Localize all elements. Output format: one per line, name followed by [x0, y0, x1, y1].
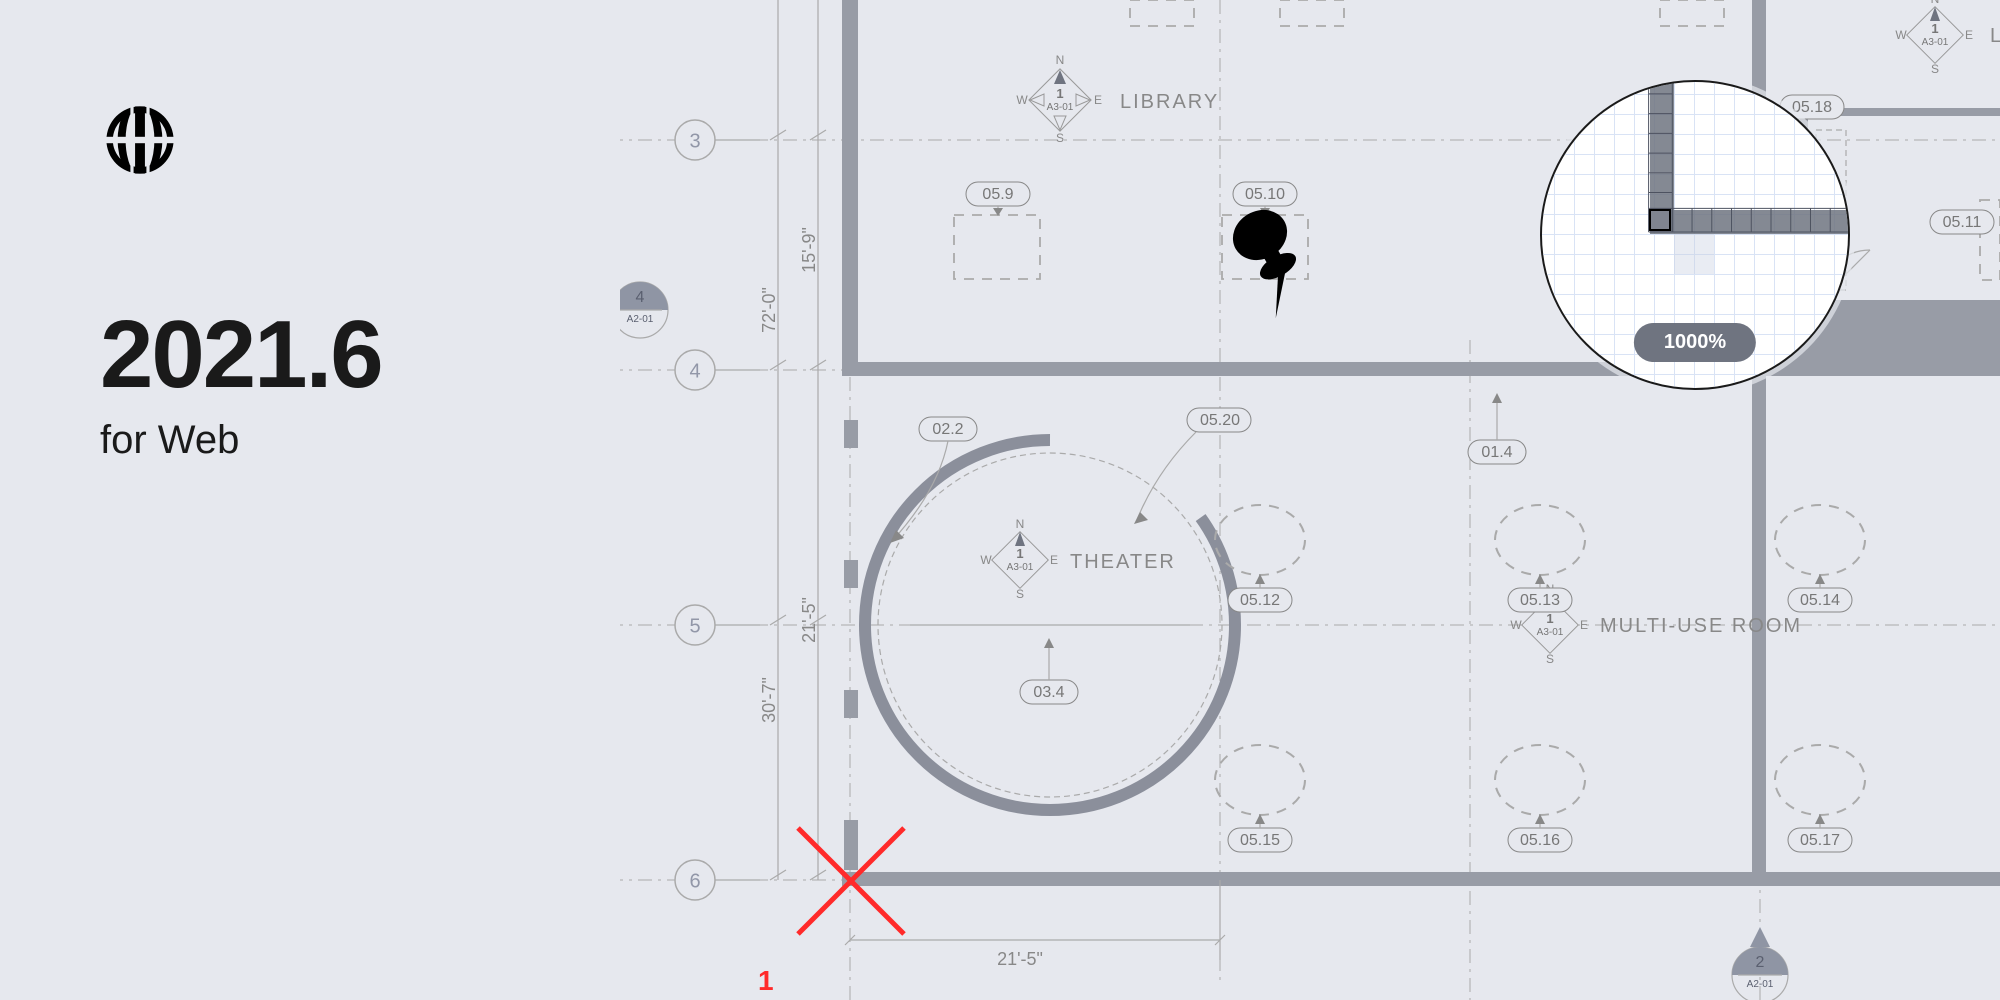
grid-row-6: 6	[675, 860, 760, 900]
room-label-library-top: LIBRARY	[1990, 25, 2000, 47]
svg-text:W: W	[980, 553, 992, 567]
svg-text:05.13: 05.13	[1520, 592, 1560, 609]
dim-15-9: 15'-9"	[799, 227, 819, 273]
svg-text:E: E	[1050, 553, 1058, 567]
grid-row-3: 3	[675, 120, 760, 160]
svg-text:1: 1	[758, 965, 774, 996]
svg-text:05.14: 05.14	[1800, 592, 1840, 609]
svg-text:01.4: 01.4	[1481, 444, 1512, 461]
svg-text:N: N	[1056, 53, 1065, 67]
magnifier-cursor	[1649, 209, 1671, 231]
marker-05-16: 05.16	[1508, 814, 1572, 852]
svg-text:A3-01: A3-01	[1007, 562, 1034, 573]
marker-05-9: 05.9	[966, 182, 1030, 216]
dim-21-5-h: 21'-5"	[997, 949, 1043, 969]
room-label-library-inner: LIBRARY	[1120, 91, 1219, 113]
marker-05-17: 05.17	[1788, 814, 1852, 852]
svg-text:E: E	[1094, 93, 1102, 107]
marker-05-13: 05.13	[1508, 574, 1572, 612]
svg-text:05.16: 05.16	[1520, 832, 1560, 849]
compass-library-top: N S W E 1 A3-01	[1895, 0, 1973, 76]
svg-text:E: E	[1965, 28, 1973, 42]
svg-text:1: 1	[1056, 86, 1063, 101]
svg-text:A3-01: A3-01	[1922, 37, 1949, 48]
dim-72-0: 72'-0"	[759, 287, 779, 333]
svg-text:A3-01: A3-01	[1047, 102, 1074, 113]
svg-text:05.20: 05.20	[1200, 412, 1240, 429]
marker-03-4: 03.4	[1020, 638, 1078, 704]
svg-text:5: 5	[689, 615, 700, 637]
dim-21-5-v: 21'-5"	[799, 597, 819, 643]
zoom-level-badge: 1000%	[1634, 323, 1756, 362]
room-label-multi-use: MULTI-USE ROOM	[1600, 615, 1802, 637]
svg-text:05.10: 05.10	[1245, 186, 1285, 203]
theater-room	[865, 440, 1235, 810]
marker-05-12: 05.12	[1228, 574, 1292, 612]
svg-text:4: 4	[689, 360, 700, 382]
svg-text:05.11: 05.11	[1943, 214, 1982, 231]
svg-text:N: N	[1931, 0, 1940, 6]
svg-text:S: S	[1056, 131, 1064, 145]
svg-text:A2-01: A2-01	[1747, 979, 1774, 990]
svg-text:W: W	[1895, 28, 1907, 42]
svg-text:A2-01: A2-01	[627, 314, 654, 325]
svg-text:02.2: 02.2	[932, 421, 963, 438]
svg-text:05.9: 05.9	[982, 186, 1013, 203]
pushpin-icon[interactable]	[1224, 200, 1324, 318]
grid-row-5: 5	[675, 605, 760, 645]
marker-05-15: 05.15	[1228, 814, 1292, 852]
svg-text:3: 3	[689, 130, 700, 152]
svg-text:S: S	[1546, 652, 1554, 666]
marker-05-14: 05.14	[1788, 574, 1852, 612]
svg-text:W: W	[1016, 93, 1028, 107]
magnifier-wall-h	[1650, 210, 1850, 234]
globe-logo-icon	[100, 100, 180, 180]
svg-text:1: 1	[1931, 21, 1938, 36]
svg-text:N: N	[1016, 517, 1025, 531]
furniture-ovals	[1215, 505, 1865, 815]
svg-text:W: W	[1510, 618, 1522, 632]
svg-text:05.12: 05.12	[1240, 592, 1280, 609]
svg-text:05.15: 05.15	[1240, 832, 1280, 849]
svg-text:03.4: 03.4	[1033, 684, 1064, 701]
header-panel: 2021.6 for Web	[100, 100, 500, 463]
svg-text:S: S	[1931, 62, 1939, 76]
svg-text:S: S	[1016, 587, 1024, 601]
dim-30-7: 30'-7"	[759, 677, 779, 723]
version-number: 2021.6	[100, 300, 500, 410]
section-marker-4: 4 A2-01	[620, 282, 668, 338]
svg-text:2: 2	[1756, 954, 1765, 971]
svg-text:4: 4	[636, 289, 645, 306]
version-subtitle: for Web	[100, 418, 500, 463]
svg-text:A3-01: A3-01	[1537, 627, 1564, 638]
grid-row-4: 4	[675, 350, 760, 390]
compass-library-inner: N S W E 1 A3-01	[1016, 53, 1102, 145]
svg-text:E: E	[1580, 618, 1588, 632]
section-marker-2: 2 A2-01	[1732, 927, 1788, 1000]
zoom-magnifier: 1000%	[1540, 80, 1850, 390]
svg-text:05.17: 05.17	[1800, 832, 1840, 849]
compass-theater: N S W E 1 A3-01	[980, 517, 1058, 601]
room-label-theater: THEATER	[1070, 551, 1176, 573]
svg-text:6: 6	[689, 870, 700, 892]
marker-01-4: 01.4	[1468, 393, 1526, 464]
marker-05-11: 05.11	[1930, 210, 1994, 234]
origin-marker: 1	[758, 828, 904, 996]
svg-text:1: 1	[1546, 611, 1553, 626]
svg-text:1: 1	[1016, 546, 1023, 561]
